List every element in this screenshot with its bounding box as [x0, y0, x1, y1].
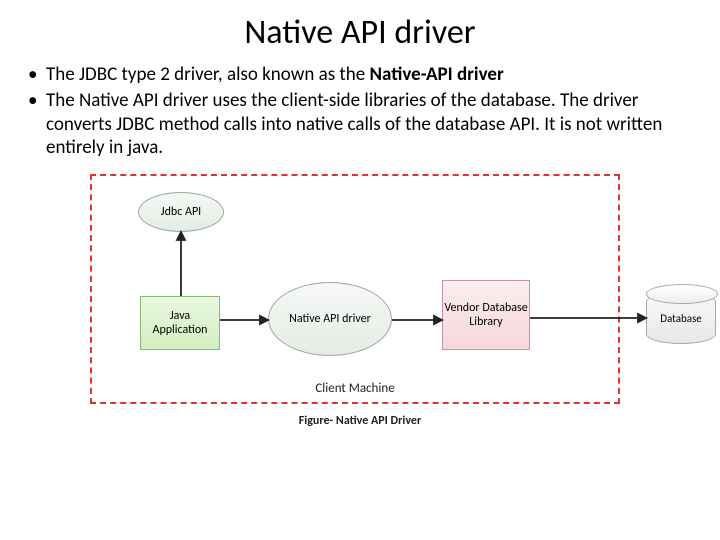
bullet-text: The Native API driver uses the client-si… [46, 89, 662, 160]
client-machine-label: Client Machine [315, 381, 394, 396]
java-application-node: Java Application [140, 296, 220, 350]
jdbc-api-label: Jdbc API [161, 205, 201, 219]
database-label: Database [646, 312, 716, 325]
arrow-vendor-to-database [530, 310, 646, 330]
arrow-native-to-vendor [392, 312, 442, 332]
native-api-driver-label: Native API driver [289, 312, 371, 326]
jdbc-api-node: Jdbc API [138, 192, 224, 232]
vendor-library-label: Vendor Database Library [443, 301, 529, 330]
bullet-bold: Native-API driver [370, 63, 504, 86]
arrow-java-to-jdbc [176, 232, 196, 296]
database-node: Database [646, 284, 718, 348]
bullet-list: The JDBC type 2 driver, also known as th… [28, 63, 692, 160]
bullet-item: The Native API driver uses the client-si… [28, 89, 692, 160]
java-application-label: Java Application [141, 309, 219, 338]
vendor-library-node: Vendor Database Library [442, 280, 530, 350]
bullet-text: The JDBC type 2 driver, also known as th… [46, 63, 370, 86]
figure-caption: Figure- Native API Driver [80, 414, 640, 428]
page-title: Native API driver [28, 12, 692, 53]
client-machine-box: Jdbc API Java Application Native API dri… [90, 174, 620, 404]
diagram: Jdbc API Java Application Native API dri… [80, 174, 640, 428]
native-api-driver-node: Native API driver [268, 282, 392, 356]
arrow-java-to-native [220, 312, 268, 332]
bullet-item: The JDBC type 2 driver, also known as th… [28, 63, 692, 87]
